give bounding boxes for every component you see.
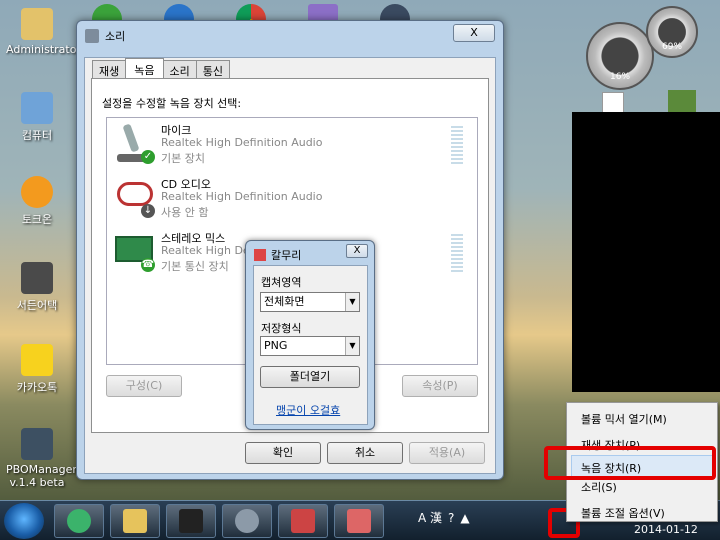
taskbar-capture-2[interactable] — [334, 504, 384, 538]
device-driver: Realtek High Definition Audio — [161, 190, 323, 203]
scissors-icon — [291, 509, 315, 533]
ok-button[interactable]: 확인 — [245, 442, 321, 464]
device-cd-audio[interactable]: ↓ CD 오디오 Realtek High Definition Audio 사… — [111, 176, 471, 228]
dropdown-arrow-icon: ▼ — [345, 293, 359, 311]
desktop-icon-label: 서든어택 — [16, 299, 58, 312]
cpu-percent: 16% — [610, 72, 631, 82]
device-microphone[interactable]: ✓ 마이크 Realtek High Definition Audio 기본 장… — [111, 122, 471, 174]
system-tray: A 漢 ? ▲ — [418, 509, 470, 526]
computer-icon — [21, 92, 53, 124]
format-label: 저장형식 — [261, 322, 302, 335]
level-meter — [451, 126, 463, 164]
taskbar-tv[interactable] — [166, 504, 216, 538]
capture-body: 캡쳐영역 전체화면 ▼ 저장형식 PNG ▼ 폴더열기 맹군이 오걸효 — [253, 265, 368, 425]
speaker-icon — [235, 509, 259, 533]
desktop-icon-administrator[interactable]: Administrator — [6, 8, 81, 56]
taskbar-capture-1[interactable] — [278, 504, 328, 538]
cpu-gauge-gadget[interactable]: 16% — [586, 22, 654, 90]
disabled-badge-icon: ↓ — [141, 204, 155, 218]
desktop-icon-label: 카카오톡 — [16, 381, 58, 394]
taskbar-app-1[interactable] — [54, 504, 104, 538]
speaker-icon — [85, 29, 99, 43]
open-folder-button[interactable]: 폴더열기 — [260, 366, 360, 388]
phone-badge-icon: ☎ — [141, 258, 155, 272]
author-link[interactable]: 맹군이 오걸효 — [276, 402, 340, 418]
dialog-title: 소리 — [85, 28, 125, 44]
menu-item-volume-mixer[interactable]: 볼륨 믹서 열기(M) — [581, 411, 667, 427]
app-orb-icon — [67, 509, 91, 533]
level-meter — [451, 234, 463, 272]
language-bar[interactable]: A 漢 — [418, 509, 442, 526]
area-select-value: 전체화면 — [264, 295, 305, 308]
talkon-icon — [21, 176, 53, 208]
kakaotalk-icon — [21, 344, 53, 376]
close-button[interactable]: X — [453, 24, 495, 42]
area-select[interactable]: 전체화면 ▼ — [260, 292, 360, 312]
pbomanager-icon — [21, 428, 53, 460]
start-button[interactable] — [4, 503, 44, 539]
format-select[interactable]: PNG ▼ — [260, 336, 360, 356]
capture-title-text: 칼무리 — [271, 249, 302, 262]
device-status: 기본 통신 장치 — [161, 260, 229, 273]
configure-button[interactable]: 구성(C) — [106, 375, 182, 397]
redacted-area — [572, 112, 720, 392]
area-label: 캡쳐영역 — [261, 276, 302, 289]
capture-close-button[interactable]: X — [346, 244, 368, 258]
taskbar-speaker[interactable] — [222, 504, 272, 538]
folder-icon — [123, 509, 147, 533]
instruction-text: 설정을 수정할 녹음 장치 선택: — [102, 97, 242, 110]
format-select-value: PNG — [264, 339, 288, 352]
desktop-icon-label: PBOManager v.1.4 beta — [6, 463, 77, 489]
device-driver: Realtek High Definition Audio — [161, 136, 323, 149]
help-icon[interactable]: ? — [448, 511, 454, 525]
device-driver: Realtek High Def — [161, 244, 254, 257]
menu-item-sounds[interactable]: 소리(S) — [581, 479, 617, 495]
taskbar-explorer[interactable] — [110, 504, 160, 538]
desktop-icon-talkon[interactable]: 토크온 — [6, 176, 68, 227]
tv-icon — [179, 509, 203, 533]
desktop-icon-label: 토크온 — [21, 213, 53, 226]
scissors-icon — [254, 249, 266, 261]
dropdown-arrow-icon: ▼ — [345, 337, 359, 355]
desktop-icon-computer[interactable]: 컴퓨터 — [6, 92, 68, 143]
user-folder-icon — [21, 8, 53, 40]
desktop-icon-sudden-attack[interactable]: 서든어택 — [6, 262, 68, 313]
scissors-icon — [347, 509, 371, 533]
desktop-icon-kakaotalk[interactable]: 카카오톡 — [6, 344, 68, 395]
memory-gauge-gadget[interactable]: 69% — [646, 6, 698, 58]
dialog-title-text: 소리 — [105, 30, 126, 43]
memory-percent: 69% — [662, 42, 683, 52]
menu-item-volume-options[interactable]: 볼륨 조절 옵션(V) — [581, 505, 665, 521]
clock-date[interactable]: 2014-01-12 — [634, 523, 698, 536]
check-badge-icon: ✓ — [141, 150, 155, 164]
apply-button[interactable]: 적용(A) — [409, 442, 485, 464]
capture-title: 칼무리 — [254, 247, 301, 263]
device-status: 사용 안 함 — [161, 206, 209, 219]
desktop-icon-pbomanager[interactable]: PBOManager v.1.4 beta — [6, 428, 77, 489]
recording-item-highlight — [544, 446, 716, 480]
sudden-attack-icon — [21, 262, 53, 294]
cancel-button[interactable]: 취소 — [327, 442, 403, 464]
capture-window: 칼무리 X 캡쳐영역 전체화면 ▼ 저장형식 PNG ▼ 폴더열기 맹군이 오걸… — [245, 240, 375, 430]
desktop-icon-label: 컴퓨터 — [21, 129, 53, 142]
properties-button[interactable]: 속성(P) — [402, 375, 478, 397]
show-hidden-icon[interactable]: ▲ — [460, 511, 469, 525]
device-status: 기본 장치 — [161, 152, 205, 165]
desktop-icon-label: Administrator — [6, 43, 81, 56]
